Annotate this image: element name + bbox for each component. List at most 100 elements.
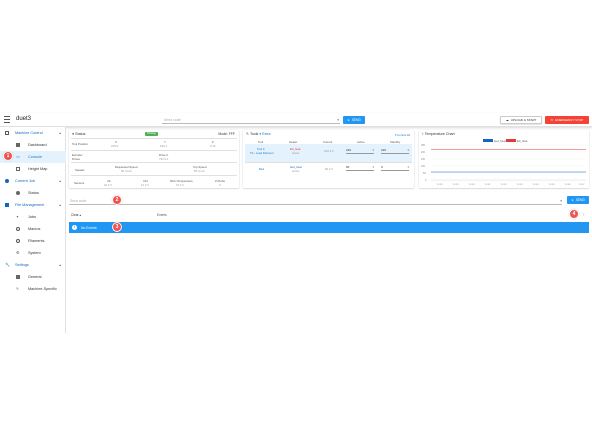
wrench-icon: 🔧: [5, 262, 10, 267]
y-tick-label: 100: [421, 165, 426, 168]
sidebar-item-jobs[interactable]: ✦ Jobs: [0, 211, 66, 223]
tools-extra-toggle[interactable]: ▾ Extra: [259, 132, 270, 136]
sensor-mcu-value: 37.4 C: [176, 183, 185, 187]
machine-title: duet3: [16, 116, 32, 122]
grid-icon: [16, 167, 20, 171]
sidebar-group-label: Settings: [15, 263, 29, 267]
sidebar-item-status[interactable]: Status: [0, 187, 66, 199]
power-icon: ⏻: [550, 117, 554, 122]
bed-name[interactable]: Bed: [259, 167, 264, 171]
sidebar-group-settings[interactable]: 🔧 Settings ▴: [0, 259, 66, 271]
sidebar-group-current-job[interactable]: Current Job ▴: [0, 175, 66, 187]
drive0-value: 732.6.2: [159, 157, 169, 161]
drives-label: Drives: [72, 157, 80, 161]
current-temp: 220.4 C: [324, 149, 334, 153]
gear-icon: ⚙: [16, 250, 20, 255]
control-all-label: Control All: [397, 132, 410, 137]
cloud-upload-icon: ☁: [505, 117, 509, 122]
sidebar-group-label: Current Job: [15, 179, 35, 183]
clear-label: Clear: [71, 213, 79, 217]
chevron-down-icon[interactable]: ▾: [372, 165, 374, 169]
sidebar-group-label: File Management: [15, 203, 45, 207]
sidebar-item-label: General: [28, 275, 42, 279]
sidebar-item-filaments[interactable]: Filaments: [0, 235, 66, 247]
send-button[interactable]: ➤ SEND: [343, 115, 365, 124]
divider: [71, 175, 237, 176]
status-title: ● Status: [72, 132, 85, 136]
chevron-down-icon[interactable]: ▾: [407, 165, 409, 169]
chevron-down-icon[interactable]: ▾: [337, 118, 339, 122]
console-send-button[interactable]: ➤ SEND: [567, 196, 589, 204]
standby-temp-input[interactable]: 0 ▾: [381, 165, 409, 171]
sidebar-item-macros[interactable]: Macros: [0, 223, 66, 235]
x-tick-label: 22:35: [549, 184, 555, 186]
sensor-v12-value: 12.2 V: [141, 183, 150, 187]
wrench-icon: ✎: [246, 132, 250, 136]
y-tick-label: 150: [421, 158, 426, 161]
send-icon: ➤: [571, 198, 574, 202]
callout-2: 2: [112, 195, 122, 205]
emergency-stop-button[interactable]: ⏻ EMERGENCY STOP: [545, 115, 589, 124]
sidebar-item-machine-specific[interactable]: ✎ Machine-Specific: [0, 283, 66, 295]
console-code-input[interactable]: Send code ▾: [69, 196, 562, 205]
filament-icon: [16, 239, 20, 243]
callout-4: 4: [569, 209, 579, 219]
tool-load-filament-link[interactable]: T0 - Load Filament: [250, 151, 273, 155]
upload-start-button[interactable]: ☁ UPLOAD & START: [500, 115, 542, 124]
macros-icon: [16, 227, 20, 231]
sidebar-item-label: Macros: [28, 227, 41, 231]
sidebar-item-dashboard[interactable]: Dashboard: [0, 139, 66, 151]
y-tick-label: 250: [421, 144, 426, 147]
x-tick-label: 22:31: [485, 184, 491, 186]
code-input[interactable]: Send code ▾: [162, 115, 340, 124]
tools-title: ✎ Tools ▾ Extra: [246, 132, 271, 136]
chevron-down-icon[interactable]: ▾: [560, 199, 562, 203]
sidebar-item-general[interactable]: General: [0, 271, 66, 283]
console-code-placeholder: Send code: [70, 198, 87, 203]
app-bar: duet3 Send code ▾ ➤ SEND ☁ UPLOAD & STAR…: [0, 113, 592, 127]
divider: [71, 162, 237, 163]
current-temp: 60.2 C: [325, 167, 334, 171]
standby-temp-value: 220: [381, 148, 387, 152]
info-icon: ●: [72, 132, 75, 136]
sidebar-group-machine-control[interactable]: Machine Control ▴: [0, 127, 66, 139]
sidebar-item-label: Console: [28, 155, 42, 159]
chevron-up-icon: ▴: [59, 262, 61, 267]
active-temp-input[interactable]: 220 ▾: [346, 148, 374, 154]
chevron-down-icon: ▾: [259, 132, 262, 136]
sidebar-item-label: Height Map: [28, 167, 48, 171]
y-tick-label: 200: [421, 151, 426, 154]
active-temp-value: 60: [346, 165, 350, 169]
menu-icon[interactable]: [4, 116, 10, 123]
tool-row-0[interactable]: Tool 0 T0 - Load Filament E0_heat active…: [245, 144, 412, 162]
temperature-chart-plot: 250 200 150 100 50 0 22:28 22:29 22:30 2…: [421, 144, 586, 186]
chevron-down-icon[interactable]: ▾: [372, 148, 374, 152]
y-tick-label: 0: [425, 179, 427, 182]
tune-icon: ✎: [16, 286, 19, 291]
control-all-button[interactable]: ▾ Control All: [395, 133, 410, 137]
tools-card: ✎ Tools ▾ Extra ▾ Control All Tool Heate…: [243, 130, 414, 188]
speeds-label: Speeds: [75, 168, 85, 172]
chevron-up-icon: ▴: [59, 202, 61, 207]
x-tick-label: 22:33: [517, 184, 523, 186]
tool-row-bed[interactable]: Bed bed_heat active 60.2 C 60 ▾ 0 ▾: [245, 162, 412, 180]
clear-button[interactable]: Clear ▴: [71, 213, 81, 217]
sidebar-group-label: Machine Control: [15, 131, 43, 135]
tools-extra-label: Extra: [262, 132, 271, 136]
callout-3: 3: [112, 222, 122, 232]
sidebar-item-height-map[interactable]: Height Map: [0, 163, 66, 175]
sidebar-group-file-management[interactable]: File Management ▴: [0, 199, 66, 211]
x-tick-label: 22:29: [453, 184, 459, 186]
dashboard-icon: [16, 143, 20, 147]
no-events-row: i No Events: [69, 222, 589, 233]
more-vert-icon[interactable]: ⋮: [582, 212, 585, 216]
info-icon: [16, 191, 20, 195]
chevron-down-icon[interactable]: ▾: [407, 148, 409, 152]
chevron-up-icon: ▴: [59, 178, 61, 183]
events-label: Events: [157, 213, 167, 217]
standby-temp-input[interactable]: 220 ▾: [381, 148, 409, 154]
top-speed-value: 50 mm/s: [194, 169, 205, 173]
active-temp-input[interactable]: 60 ▾: [346, 165, 374, 171]
callout-1: 1: [3, 151, 13, 161]
sidebar-item-system[interactable]: ⚙ System: [0, 247, 66, 259]
